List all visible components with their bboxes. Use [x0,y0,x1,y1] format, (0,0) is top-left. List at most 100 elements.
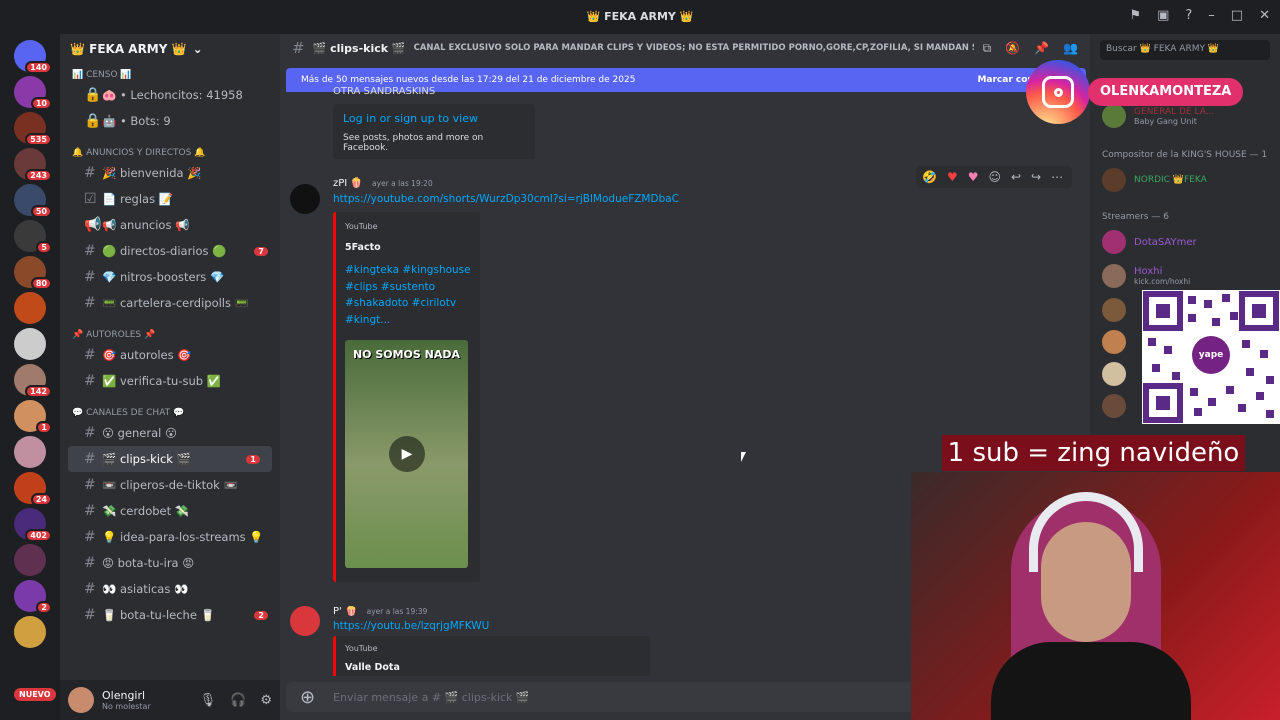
more-icon[interactable]: ⋯ [1051,170,1063,184]
server-icon[interactable]: 5 [14,220,52,254]
add-reaction-icon[interactable]: ☺ [988,170,1001,184]
avatar[interactable] [290,184,320,214]
embed-line[interactable]: #kingteka #kingshouse [345,262,477,279]
reply-icon[interactable]: ↩ [1011,170,1021,184]
channel-verifica[interactable]: # ✅ verifica-tu-sub ✅ [60,368,280,394]
embed-link[interactable]: Log in or sign up to view [343,112,525,125]
channel-asiaticas[interactable]: # 👀 asiaticas 👀 [60,576,280,602]
channel-bots[interactable]: 🔒 🤖 • Bots: 9 [60,108,280,134]
author-name[interactable]: zPI 🍿 [333,178,363,189]
chevron-down-icon: ⌄ [192,42,203,56]
channel-reglas[interactable]: ☑ 📄 reglas 📝 [60,186,280,212]
help-icon[interactable]: ? [1185,8,1192,23]
screen-icon[interactable]: ▣ [1157,8,1169,23]
channel-clips-kick[interactable]: # 🎬 clips-kick 🎬 1 [68,446,272,472]
members-icon[interactable]: 👥 [1063,41,1078,56]
video-thumbnail[interactable]: NO SOMOS NADA ▶ [345,340,468,568]
author-name[interactable]: P' 🍿 [333,606,357,617]
channel-bota-ira[interactable]: # 😡 bota-tu-ira 😡 [60,550,280,576]
headphones-icon[interactable]: 🎧 [230,693,246,708]
channel-anuncios[interactable]: 📢 📢 anuncios 📢 [60,212,280,238]
server-icon[interactable]: 243 [14,148,52,182]
server-icon[interactable]: 402 [14,508,52,542]
hash-icon: # [84,503,96,519]
server-badge: 1 [36,421,52,434]
embed-line[interactable]: #shakadoto #cirilotv [345,295,477,312]
member-item[interactable]: DotaSAYmer [1102,230,1197,254]
threads-icon[interactable]: ⧉ [983,41,992,56]
forward-icon[interactable]: ↪ [1031,170,1041,184]
mute-icon[interactable]: 🔕 [1005,41,1020,56]
category-chat[interactable]: 💬 CANALES DE CHAT 💬 [60,406,280,420]
gear-icon[interactable]: ⚙ [260,693,272,708]
add-attachment-icon[interactable]: ⊕ [300,687,315,708]
message-link[interactable]: https://youtube.com/shorts/WurzDp30cmI?s… [333,193,679,205]
server-icon[interactable]: 142 [14,364,52,398]
member-item[interactable] [1102,362,1126,386]
close-icon[interactable]: ✕ [1259,8,1270,23]
avatar[interactable] [290,606,320,636]
server-icon[interactable]: 24 [14,472,52,506]
member-item[interactable] [1102,394,1126,418]
server-icon[interactable] [14,544,46,576]
channel-label: 📼 cliperos-de-tiktok 📼 [102,478,238,492]
play-icon[interactable]: ▶ [389,436,425,472]
message-link[interactable]: https://youtu.be/lzqrjgMFKWU [333,620,489,632]
laugh-reaction-icon[interactable]: 🤣 [922,170,937,184]
server-icon[interactable]: 535 [14,112,52,146]
guild-header[interactable]: 👑 FEKA ARMY 👑 ⌄ [60,34,280,64]
member-item[interactable]: Hoxhi kick.com/hoxhi [1102,264,1190,288]
channel-cerdobet[interactable]: # 💸 cerdobet 💸 [60,498,280,524]
minimize-icon[interactable]: – [1208,8,1215,23]
server-badge: 142 [25,385,52,398]
embed-provider[interactable]: YouTube [345,644,378,653]
heart-reaction-icon[interactable]: ♥ [947,170,958,184]
thumbnail-caption: NO SOMOS NADA [352,348,461,361]
member-item[interactable] [1102,330,1126,354]
server-icon[interactable]: 50 [14,184,52,218]
embed-title[interactable]: 5Facto [345,242,381,253]
channel-directos[interactable]: # 🟢 directos-diarios 🟢 7 [60,238,280,264]
message-header: zPI 🍿 ayer a las 19:20 [333,178,433,189]
server-icon[interactable]: 80 [14,256,52,290]
channel-autoroles[interactable]: # 🎯 autoroles 🎯 [60,342,280,368]
hash-icon: # [84,425,96,441]
channel-lechoncitos[interactable]: 🔒 🐽 • Lechoncitos: 41958 [60,82,280,108]
microphone-icon[interactable]: 🎙 [200,693,217,708]
category-autoroles[interactable]: 📌 AUTOROLES 📌 [60,328,280,342]
server-icon[interactable] [14,292,46,324]
pink-heart-reaction-icon[interactable]: ♥ [968,170,979,184]
search-input[interactable]: Buscar 👑 FEKA ARMY 👑 [1100,40,1270,60]
server-icon[interactable] [14,328,46,360]
inbox-icon[interactable]: ⚑ [1129,8,1141,23]
embed-title[interactable]: Valle Dota [345,662,400,673]
server-icon[interactable]: 10 [14,76,52,110]
channel-cliperos[interactable]: # 📼 cliperos-de-tiktok 📼 [60,472,280,498]
embed-provider[interactable]: YouTube [345,222,378,231]
avatar [1102,168,1126,192]
message-input[interactable]: Enviar mensaje a # 🎬 clips-kick 🎬 [333,691,530,704]
channel-general[interactable]: # 😮 general 😮 [60,420,280,446]
channel-bienvenida[interactable]: # 🎉 bienvenida 🎉 [60,160,280,186]
channel-cartelera[interactable]: # 📟 cartelera-cerdipolls 📟 [60,290,280,316]
channel-idea[interactable]: # 💡 idea-para-los-streams 💡 [60,524,280,550]
avatar[interactable] [68,687,94,713]
category-censo[interactable]: 📊 CENSO 📊 [60,68,280,82]
member-item[interactable] [1102,298,1126,322]
member-item[interactable]: NORDIC 👑FEKA [1102,168,1207,192]
server-icon[interactable]: 1 [14,400,52,434]
server-badge: 80 [30,277,52,290]
server-icon[interactable] [14,436,46,468]
qr-brand: yape [1192,336,1230,374]
category-anuncios[interactable]: 🔔 ANUNCIOS Y DIRECTOS 🔔 [60,146,280,160]
embed-line[interactable]: #clips #sustento [345,279,477,296]
channel-leche[interactable]: # 🥛 bota-tu-leche 🥛 2 [60,602,280,628]
channel-topic[interactable]: CANAL EXCLUSIVO SOLO PARA MANDAR CLIPS Y… [414,43,974,53]
pin-icon[interactable]: 📌 [1034,41,1049,56]
server-icon[interactable]: 140 [14,40,52,74]
server-icon[interactable]: 2 [14,580,52,614]
channel-nitros[interactable]: # 💎 nitros-boosters 💎 [60,264,280,290]
embed-line[interactable]: #kingt... [345,312,477,329]
maximize-icon[interactable]: □ [1231,8,1243,23]
server-icon[interactable] [14,616,46,648]
